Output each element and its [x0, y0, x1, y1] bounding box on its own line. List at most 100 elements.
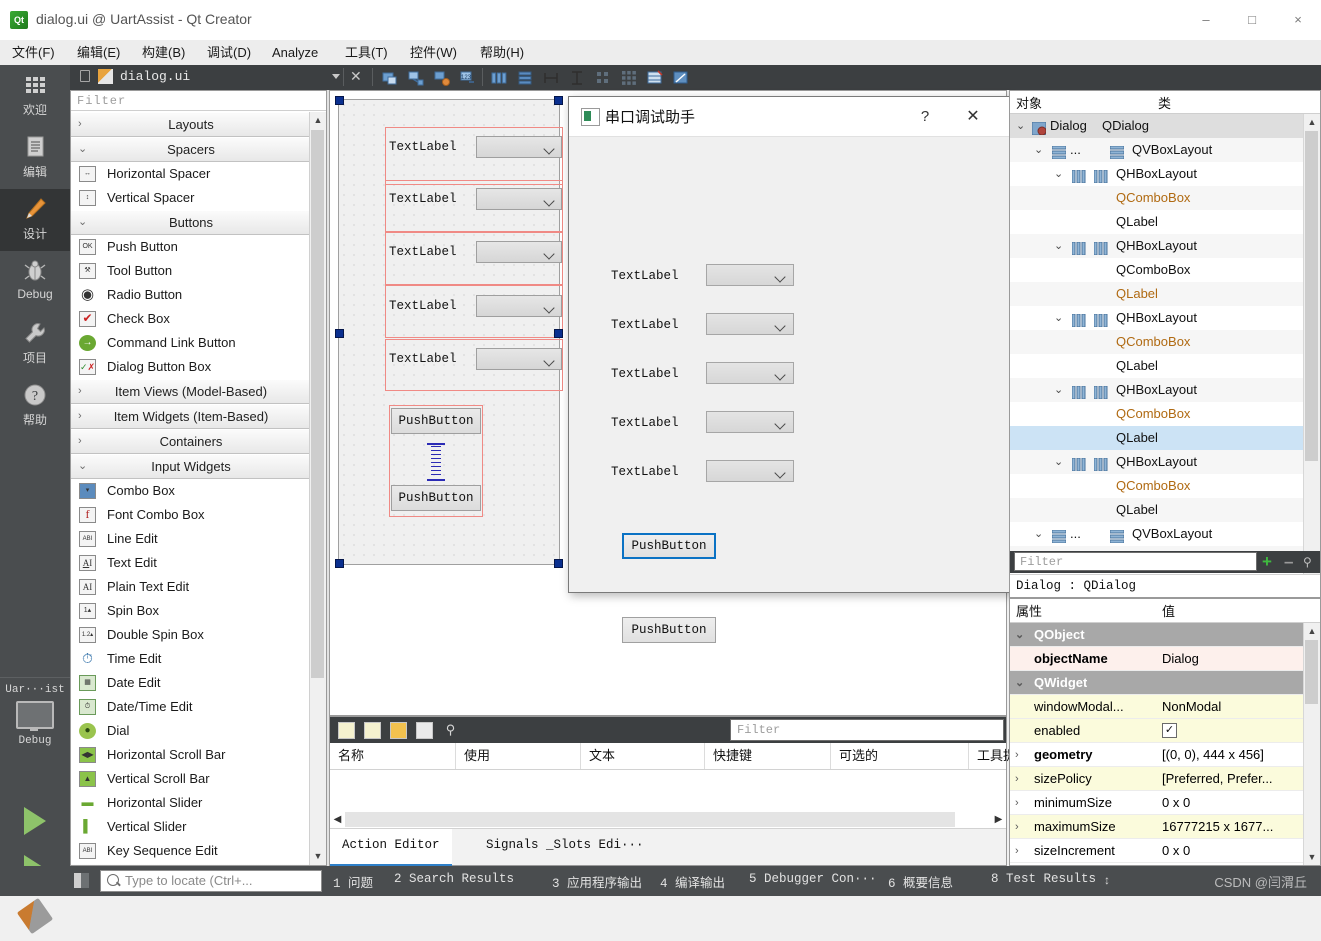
form-label[interactable]: TextLabel	[389, 140, 457, 154]
help-button[interactable]: ?	[911, 105, 939, 129]
maximize-button[interactable]: □	[1229, 0, 1275, 40]
tab-action-editor[interactable]: Action Editor	[330, 829, 452, 866]
chevron-down-icon[interactable]: ⌄	[1016, 114, 1025, 138]
object-row-hboxlayout[interactable]: ⌄ QHBoxLayout	[1010, 378, 1305, 402]
scroll-left-icon[interactable]: ◀	[330, 812, 345, 827]
chevron-down-icon[interactable]	[332, 74, 340, 79]
layout-grid-icon[interactable]	[621, 70, 637, 86]
preview-dialog[interactable]: 串口调试助手 ? ✕ TextLabel TextLabel TextLabel…	[568, 96, 1014, 643]
chevron-down-icon[interactable]: ⌄	[1034, 138, 1043, 162]
resize-handle[interactable]	[554, 96, 563, 105]
minus-icon[interactable]: –	[1284, 553, 1293, 570]
scroll-up-icon[interactable]: ▲	[310, 112, 326, 129]
property-value[interactable]: [(0, 0), 444 x 456]	[1162, 743, 1302, 767]
column-shortcut[interactable]: 快捷键	[705, 743, 831, 769]
widget-item-font-combo-box[interactable]: f Font Combo Box	[71, 503, 311, 527]
menu-tools[interactable]: 工具(T)	[337, 40, 396, 65]
layout-horizontally-icon[interactable]	[491, 70, 507, 86]
mode-welcome[interactable]: 欢迎	[0, 65, 70, 127]
property-row-maximumsize[interactable]: › maximumSize 16777215 x 1677...	[1010, 815, 1305, 839]
preview-combo-box[interactable]	[706, 411, 794, 433]
configure-icon[interactable]: ⚲	[442, 722, 459, 739]
property-value[interactable]: 0 x 0	[1162, 791, 1302, 815]
edit-tab-order-icon[interactable]: 123	[460, 70, 476, 86]
widget-item-combo-box[interactable]: ▾ Combo Box	[71, 479, 311, 503]
scrollbar-thumb[interactable]	[345, 812, 955, 827]
menu-edit[interactable]: 编辑(E)	[69, 40, 128, 65]
pane-updown-icon[interactable]: ↕	[1104, 873, 1110, 887]
minimize-button[interactable]: –	[1183, 0, 1229, 40]
property-row-windowmodality[interactable]: windowModal... NonModal	[1010, 695, 1305, 719]
pane-issues[interactable]: 1 问题	[333, 872, 373, 891]
widget-item-spin-box[interactable]: 1▴ Spin Box	[71, 599, 311, 623]
menu-widgets[interactable]: 控件(W)	[402, 40, 465, 65]
object-inspector-scrollbar[interactable]: ▲ ▼	[1303, 114, 1320, 577]
kit-selector[interactable]: Uar···ist Debug	[0, 677, 70, 798]
widget-box-scrollbar[interactable]: ▲ ▼	[309, 112, 326, 865]
object-row-label-selected[interactable]: QLabel	[1010, 426, 1305, 450]
build-button[interactable]	[0, 893, 70, 941]
property-value[interactable]: Dialog	[1162, 647, 1302, 671]
widget-item-vertical-slider[interactable]: ▌ Vertical Slider	[71, 815, 311, 839]
scroll-right-icon[interactable]: ▶	[991, 812, 1006, 827]
open-file-name[interactable]: dialog.ui	[120, 69, 190, 84]
menu-analyze[interactable]: Analyze	[264, 40, 326, 65]
form-push-button[interactable]: PushButton	[391, 408, 481, 434]
object-row-combobox[interactable]: QComboBox	[1010, 330, 1305, 354]
resize-handle[interactable]	[554, 559, 563, 568]
widget-group-containers[interactable]: › Containers	[71, 429, 311, 454]
layout-splitter-h-icon[interactable]	[543, 70, 559, 86]
widget-item-horizontal-slider[interactable]: ▬ Horizontal Slider	[71, 791, 311, 815]
preview-combo-box[interactable]	[706, 313, 794, 335]
menu-debug[interactable]: 调试(D)	[199, 40, 259, 65]
edit-signals-icon[interactable]	[408, 70, 424, 86]
unlocked-icon[interactable]	[80, 70, 90, 82]
chevron-right-icon[interactable]: ›	[1015, 767, 1019, 791]
widget-group-display-widgets[interactable]: ⌄ Display Widgets	[71, 863, 311, 865]
widget-item-tool-button[interactable]: ⚒ Tool Button	[71, 259, 311, 283]
scroll-up-icon[interactable]: ▲	[1304, 623, 1320, 640]
resize-handle[interactable]	[335, 96, 344, 105]
chevron-down-icon[interactable]: ⌄	[1054, 450, 1063, 474]
widget-item-vertical-spacer[interactable]: ↕ Vertical Spacer	[71, 186, 311, 210]
property-group-qobject[interactable]: ⌄ QObject	[1010, 623, 1305, 647]
scroll-up-icon[interactable]: ▲	[1304, 114, 1320, 131]
layout-splitter-v-icon[interactable]	[569, 70, 585, 86]
widget-item-vertical-scroll-bar[interactable]: ▲ Vertical Scroll Bar	[71, 767, 311, 791]
edit-widgets-icon[interactable]	[382, 70, 398, 86]
widget-item-push-button[interactable]: OK Push Button	[71, 235, 311, 259]
chevron-down-icon[interactable]: ⌄	[1054, 162, 1063, 186]
form-label[interactable]: TextLabel	[389, 245, 457, 259]
widget-item-text-edit[interactable]: AI Text Edit	[71, 551, 311, 575]
chevron-right-icon[interactable]: ›	[1015, 791, 1019, 815]
property-value[interactable]: NonModal	[1162, 695, 1302, 719]
form-combo-box[interactable]	[476, 136, 562, 158]
scroll-down-icon[interactable]: ▼	[1304, 849, 1320, 865]
widget-group-item-views[interactable]: › Item Views (Model-Based)	[71, 379, 311, 404]
column-object[interactable]: 对象	[1016, 93, 1042, 112]
widget-item-key-sequence-edit[interactable]: ABI Key Sequence Edit	[71, 839, 311, 863]
chevron-down-icon[interactable]: ⌄	[1015, 623, 1024, 647]
scrollbar-thumb[interactable]	[1305, 131, 1318, 461]
object-row-hboxlayout[interactable]: ⌄ QHBoxLayout	[1010, 162, 1305, 186]
resize-handle[interactable]	[335, 329, 344, 338]
preview-combo-box[interactable]	[706, 264, 794, 286]
object-row-label[interactable]: QLabel	[1010, 354, 1305, 378]
plus-icon[interactable]: +	[1262, 553, 1272, 570]
form-combo-box[interactable]	[476, 188, 562, 210]
widget-item-horizontal-scroll-bar[interactable]: ◀▶ Horizontal Scroll Bar	[71, 743, 311, 767]
mode-debug[interactable]: Debug	[0, 251, 70, 313]
pane-compile-output[interactable]: 4 编译输出	[660, 872, 725, 891]
chevron-down-icon[interactable]: ⌄	[1054, 378, 1063, 402]
break-layout-icon[interactable]	[647, 70, 663, 86]
property-row-sizepolicy[interactable]: › sizePolicy [Preferred, Prefer...	[1010, 767, 1305, 791]
object-row-combobox[interactable]: QComboBox	[1010, 258, 1305, 282]
property-row-geometry[interactable]: › geometry [(0, 0), 444 x 456]	[1010, 743, 1305, 767]
property-row-enabled[interactable]: enabled ✓	[1010, 719, 1305, 743]
pane-debugger-console[interactable]: 5 Debugger Con···	[749, 872, 877, 886]
widget-group-input-widgets[interactable]: ⌄ Input Widgets	[71, 454, 311, 479]
widget-item-radio-button[interactable]: ◉ Radio Button	[71, 283, 311, 307]
mode-edit[interactable]: 编辑	[0, 127, 70, 189]
widget-box-filter[interactable]: Filter	[71, 91, 326, 111]
pane-general-messages[interactable]: 6 概要信息	[888, 872, 953, 891]
